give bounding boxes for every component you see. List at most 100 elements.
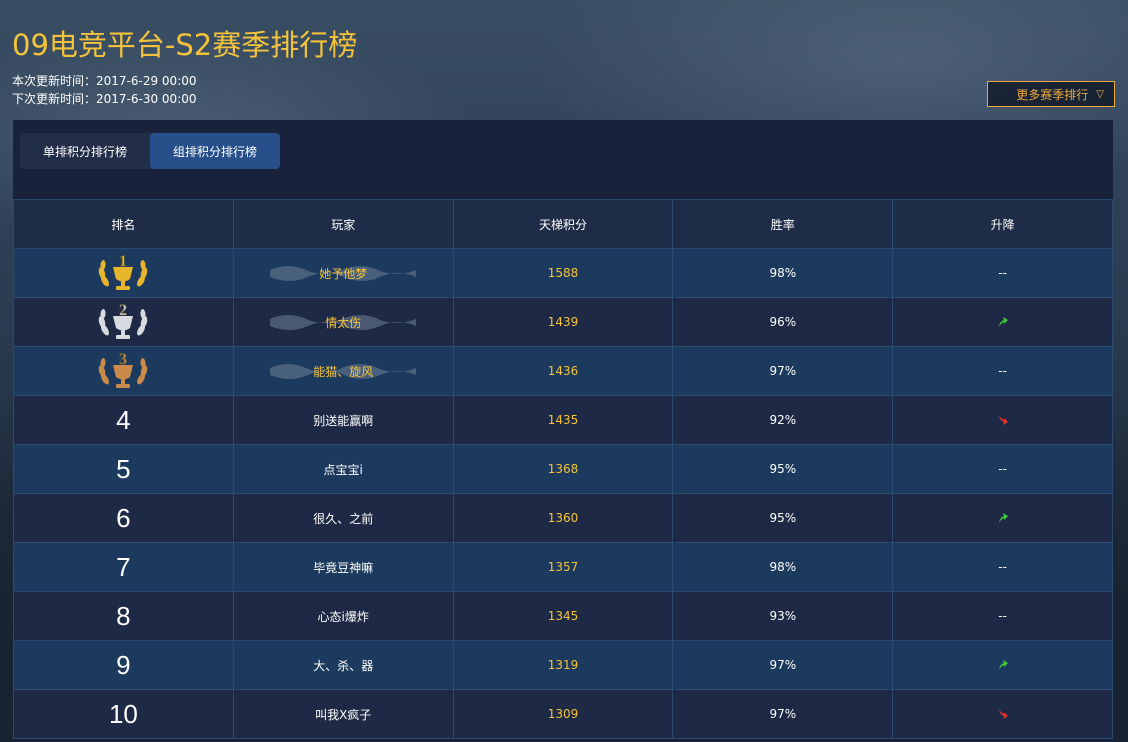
rank-cell: 8	[13, 591, 234, 641]
table-row: 9 大、杀、器 1319 97%	[13, 640, 1113, 690]
table-row: 4 别送能赢啊 1435 92%	[13, 395, 1113, 445]
score-cell: 1360	[452, 493, 674, 543]
winrate-cell: 92%	[672, 395, 894, 445]
table-row: 3 能猫、旋风 1436 97% --	[13, 346, 1113, 396]
table-header-row: 排名 玩家 天梯积分 胜率 升降	[13, 199, 1113, 249]
rank-cell: 7	[13, 542, 234, 592]
score-cell: 1345	[452, 591, 674, 641]
winrate-cell: 95%	[672, 444, 894, 494]
svg-text:1: 1	[119, 253, 127, 270]
ranking-panel: 单排积分排行榜 组排积分排行榜 排名 玩家 天梯积分 胜率 升降 1 她予他梦 15…	[13, 120, 1113, 742]
next-update-time: 下次更新时间：2017-6-30 00:00	[12, 92, 197, 106]
rank-cell: 1	[13, 248, 234, 298]
rank-cell: 3	[13, 346, 234, 396]
table-row: 7 毕竟豆神嘛 1357 98% --	[13, 542, 1113, 592]
player-name[interactable]: 她予他梦	[319, 267, 367, 281]
change-cell	[892, 640, 1113, 690]
more-seasons-dropdown[interactable]: 更多赛季排行 ▽	[987, 81, 1115, 107]
arrow-up-icon	[996, 511, 1010, 525]
change-cell	[892, 493, 1113, 543]
winrate-cell: 95%	[672, 493, 894, 543]
player-cell: 叫我X疯子	[232, 689, 454, 739]
player-name[interactable]: 很久、之前	[313, 512, 373, 526]
score-cell: 1368	[452, 444, 674, 494]
score-cell: 1435	[452, 395, 674, 445]
rank-number: 5	[116, 453, 131, 484]
rank-cell: 9	[13, 640, 234, 690]
player-name[interactable]: 心态i爆炸	[318, 610, 369, 624]
table-row: 6 很久、之前 1360 95%	[13, 493, 1113, 543]
player-name[interactable]: 大、杀、器	[313, 659, 373, 673]
rank-number: 4	[116, 404, 131, 435]
more-seasons-label: 更多赛季排行	[1016, 87, 1089, 102]
table-row: 10 叫我X疯子 1309 97%	[13, 689, 1113, 739]
score-cell: 1309	[452, 689, 674, 739]
change-cell	[892, 297, 1113, 347]
player-name[interactable]: 毕竟豆神嘛	[313, 561, 373, 575]
score-cell: 1588	[452, 248, 674, 298]
rank-number: 7	[116, 551, 131, 582]
ranking-tabs: 单排积分排行榜 组排积分排行榜	[20, 133, 280, 169]
change-cell	[892, 689, 1113, 739]
header-change: 升降	[892, 199, 1113, 249]
score-cell: 1436	[452, 346, 674, 396]
gold-trophy-icon: 1	[93, 253, 153, 290]
player-cell: 点宝宝i	[232, 444, 454, 494]
change-cell	[892, 395, 1113, 445]
score-cell: 1357	[452, 542, 674, 592]
table-row: 2 情太伤 1439 96%	[13, 297, 1113, 347]
ranking-table: 排名 玩家 天梯积分 胜率 升降 1 她予他梦 1588 98% -- 2 情太伤 1439 9…	[13, 199, 1113, 739]
rank-number: 8	[116, 600, 131, 631]
player-name[interactable]: 情太伤	[325, 316, 361, 330]
chevron-down-icon: ▽	[1096, 88, 1104, 100]
player-name[interactable]: 点宝宝i	[324, 463, 363, 477]
rank-cell: 5	[13, 444, 234, 494]
change-cell: --	[892, 444, 1113, 494]
player-cell: 很久、之前	[232, 493, 454, 543]
player-cell: 毕竟豆神嘛	[232, 542, 454, 592]
change-cell: --	[892, 542, 1113, 592]
tab-group-ranking[interactable]: 组排积分排行榜	[150, 133, 280, 169]
rank-number: 6	[116, 502, 131, 533]
change-cell: --	[892, 346, 1113, 396]
tab-solo-ranking[interactable]: 单排积分排行榜	[20, 133, 150, 169]
page-title: 09电竞平台-S2赛季排行榜	[12, 28, 358, 62]
silver-trophy-icon: 2	[93, 302, 153, 339]
arrow-up-icon	[996, 315, 1010, 329]
change-cell: --	[892, 591, 1113, 641]
winrate-cell: 97%	[672, 640, 894, 690]
header-winrate: 胜率	[672, 199, 894, 249]
rank-cell: 2	[13, 297, 234, 347]
winrate-cell: 98%	[672, 542, 894, 592]
player-cell: 心态i爆炸	[232, 591, 454, 641]
rank-number: 9	[116, 649, 131, 680]
svg-text:2: 2	[119, 302, 127, 319]
score-cell: 1319	[452, 640, 674, 690]
player-cell: 她予他梦	[232, 248, 454, 298]
player-cell: 情太伤	[232, 297, 454, 347]
change-cell: --	[892, 248, 1113, 298]
rank-number: 10	[108, 698, 138, 729]
bronze-trophy-icon: 3	[93, 351, 153, 388]
score-cell: 1439	[452, 297, 674, 347]
player-name[interactable]: 叫我X疯子	[315, 708, 371, 722]
header-rank: 排名	[13, 199, 234, 249]
table-row: 1 她予他梦 1588 98% --	[13, 248, 1113, 298]
svg-text:3: 3	[119, 351, 127, 368]
header-player: 玩家	[232, 199, 454, 249]
winrate-cell: 98%	[672, 248, 894, 298]
arrow-down-icon	[996, 413, 1010, 427]
player-cell: 大、杀、器	[232, 640, 454, 690]
current-update-time: 本次更新时间：2017-6-29 00:00	[12, 74, 197, 88]
rank-cell: 6	[13, 493, 234, 543]
player-name[interactable]: 能猫、旋风	[313, 365, 373, 379]
winrate-cell: 97%	[672, 346, 894, 396]
winrate-cell: 96%	[672, 297, 894, 347]
arrow-up-icon	[996, 658, 1010, 672]
player-cell: 能猫、旋风	[232, 346, 454, 396]
winrate-cell: 93%	[672, 591, 894, 641]
table-row: 8 心态i爆炸 1345 93% --	[13, 591, 1113, 641]
winrate-cell: 97%	[672, 689, 894, 739]
player-name[interactable]: 别送能赢啊	[313, 414, 373, 428]
rank-cell: 4	[13, 395, 234, 445]
